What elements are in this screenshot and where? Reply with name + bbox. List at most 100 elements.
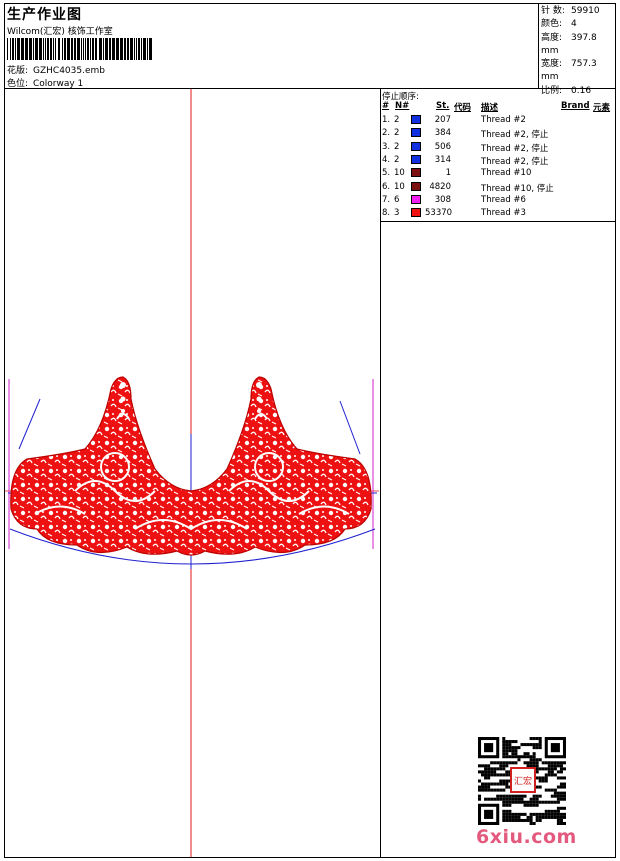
page-title: 生产作业图 <box>7 7 82 23</box>
qr-module <box>517 797 521 801</box>
row-stitches: 53370 <box>425 208 453 219</box>
barcode-bar <box>50 38 52 60</box>
qr-module <box>532 812 536 816</box>
qr-module <box>550 761 554 765</box>
design-value: GZHC4035.emb <box>33 66 105 76</box>
qr-module <box>508 746 512 750</box>
qr-module <box>505 800 509 804</box>
qr-module <box>517 815 521 819</box>
qr-module <box>550 770 554 774</box>
qr-module <box>541 779 545 783</box>
header-element: 元素 <box>593 103 611 113</box>
qr-module <box>562 791 566 795</box>
qr-module <box>535 785 539 789</box>
qr-module <box>508 749 512 753</box>
row-description: Thread #10, 停止 <box>481 183 554 194</box>
barcode-bar <box>43 38 44 60</box>
qr-module <box>517 812 521 816</box>
qr-module <box>484 782 488 786</box>
qr-module <box>538 779 542 783</box>
sequence-row: 1. 2 207 Thread #2 <box>381 115 615 128</box>
qr-module <box>502 743 506 747</box>
qr-module <box>508 797 512 801</box>
barcode-bar <box>124 38 126 60</box>
row-needle: 2 <box>394 154 400 165</box>
qr-module <box>544 812 548 816</box>
qr-module <box>511 815 515 819</box>
qr-module <box>538 746 542 750</box>
qr-module <box>532 797 536 801</box>
qr-module <box>556 809 560 813</box>
qr-module <box>541 767 545 771</box>
qr-module <box>535 803 539 807</box>
qr-module <box>547 809 551 813</box>
row-stitches: 506 <box>434 141 451 152</box>
design-preview <box>5 89 379 857</box>
qr-module <box>523 800 527 804</box>
qr-module <box>481 782 485 786</box>
qr-module <box>529 761 533 765</box>
qr-module <box>514 812 518 816</box>
barcode-bar <box>15 38 16 60</box>
barcode-bar <box>35 38 38 60</box>
qr-module <box>553 812 557 816</box>
qr-module <box>544 779 548 783</box>
qr-module <box>523 794 527 798</box>
qr-module <box>520 812 524 816</box>
color-swatch <box>411 128 421 138</box>
qr-module <box>532 758 536 762</box>
qr-module <box>535 812 539 816</box>
barcode-bar <box>47 38 49 60</box>
qr-module <box>538 794 542 798</box>
qr-module <box>505 815 509 819</box>
qr-module <box>535 815 539 819</box>
qr-module <box>544 776 548 780</box>
qr-module <box>529 803 533 807</box>
barcode <box>7 38 152 60</box>
qr-module <box>517 800 521 804</box>
qr-module <box>547 812 551 816</box>
qr-module <box>535 797 539 801</box>
header-num: # <box>382 101 390 111</box>
qr-module <box>523 743 527 747</box>
qr-module <box>490 761 494 765</box>
qr-module <box>511 755 515 759</box>
barcode-bar <box>90 38 91 60</box>
qr-module <box>529 800 533 804</box>
qr-module <box>499 767 503 771</box>
qr-module <box>559 821 563 825</box>
qr-module <box>499 788 503 792</box>
qr-module <box>502 782 506 786</box>
qr-module <box>502 788 506 792</box>
row-stitches: 4820 <box>429 181 451 192</box>
qr-module <box>502 815 506 819</box>
barcode-bar <box>143 38 146 60</box>
row-needle: 10 <box>394 168 405 179</box>
qr-module <box>526 755 530 759</box>
qr-module <box>526 752 530 756</box>
qr-module <box>544 788 548 792</box>
qr-module <box>520 797 524 801</box>
qr-module <box>535 800 539 804</box>
qr-module <box>559 797 563 801</box>
qr-module <box>505 818 509 822</box>
qr-module <box>499 764 503 768</box>
barcode-bar <box>53 38 54 60</box>
qr-module <box>478 770 482 774</box>
qr-module <box>553 809 557 813</box>
qr-module <box>505 779 509 783</box>
design-file-line: 花版: GZHC4035.emb <box>7 63 105 76</box>
barcode-bar <box>134 38 135 60</box>
qr-module <box>502 740 506 744</box>
qr-module <box>550 764 554 768</box>
barcode-bar <box>10 38 11 60</box>
qr-module <box>532 761 536 765</box>
qr-module <box>547 815 551 819</box>
sequence-row: 8. 3 53370 Thread #3 <box>381 208 615 221</box>
qr-module <box>520 794 524 798</box>
row-number: 2. <box>382 128 391 139</box>
qr-module <box>517 758 521 762</box>
qr-module <box>505 812 509 816</box>
sequence-row: 6. 10 4820 Thread #10, 停止 <box>381 181 615 195</box>
barcode-bar <box>29 38 32 60</box>
